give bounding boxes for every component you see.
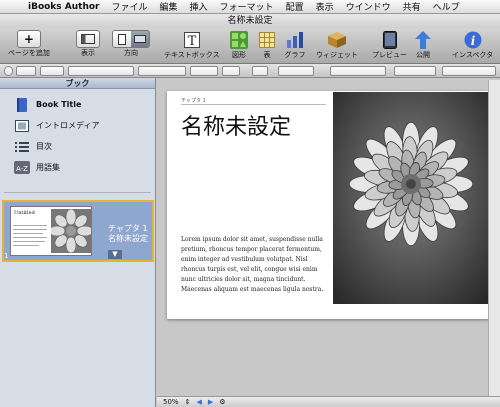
table-icon <box>256 30 278 50</box>
font-typeface-popup[interactable] <box>138 66 186 76</box>
zoom-popup[interactable]: 50% <box>163 398 179 406</box>
menu-app[interactable]: iBooks Author <box>22 2 106 12</box>
chart-button[interactable]: グラフ <box>284 30 306 60</box>
menu-insert[interactable]: 挿入 <box>184 0 214 13</box>
menu-edit[interactable]: 編集 <box>154 0 184 13</box>
plus-icon: + <box>16 30 41 48</box>
list-style-group[interactable] <box>442 66 496 76</box>
svg-text:T: T <box>187 34 196 48</box>
book-icon <box>14 97 30 112</box>
view-button[interactable]: 表示 <box>76 30 100 58</box>
svg-text:i: i <box>470 34 475 48</box>
text-highlight-well[interactable] <box>252 66 268 76</box>
chapter-page-thumbnail[interactable]: Untitled <box>10 206 92 256</box>
svg-text:A-Z: A-Z <box>16 165 28 173</box>
chapter-disclosure-icon[interactable]: ▼ <box>108 250 122 259</box>
bold-italic-underline-group[interactable] <box>278 66 314 76</box>
landscape-icon[interactable] <box>131 31 149 47</box>
page-canvas: チャプタ 1 名称未設定 Lorem ipsum dolor sit amet,… <box>157 78 500 396</box>
chapter-thumbnail-1[interactable]: Untitled 1 チャプタ 1 名称未設定 ▼ <box>2 200 154 262</box>
menu-format[interactable]: フォーマット <box>214 0 280 13</box>
text-style-popup[interactable] <box>40 66 64 76</box>
page-title[interactable]: 名称未設定 <box>181 109 291 141</box>
zoom-stepper-icon[interactable]: ⇕ <box>185 398 191 406</box>
orientation-control[interactable]: 方向 <box>112 30 150 58</box>
format-bar <box>0 64 500 78</box>
alignment-group[interactable] <box>330 66 386 76</box>
paragraph-style-popup[interactable] <box>16 66 36 76</box>
sidebar-item-glossary[interactable]: A-Z 用語集 <box>0 157 155 178</box>
flower-photo[interactable] <box>333 92 489 304</box>
body-text[interactable]: Lorem ipsum dolor sit amet, suspendisse … <box>181 235 333 295</box>
book-sidebar: ブック Book Title イントロメディア 目次 A-Z 用語集 Untit… <box>0 78 156 407</box>
thumb-title: Untitled <box>14 210 35 216</box>
chapter-number: 1 <box>4 252 9 260</box>
textbox-icon: T <box>181 30 203 50</box>
info-icon: i <box>462 30 484 50</box>
font-family-popup[interactable] <box>68 66 134 76</box>
chart-icon <box>284 30 306 50</box>
inspector-button[interactable]: i インスペクタ <box>452 30 493 60</box>
sidebar-item-book-title[interactable]: Book Title <box>0 94 155 115</box>
dahlia-image <box>333 92 489 304</box>
shapes-button[interactable]: 図形 <box>228 30 250 60</box>
list-icon <box>14 140 30 154</box>
menu-help[interactable]: ヘルプ <box>427 0 466 13</box>
toolbar: + ページを追加 表示 方向 T テキストボックス 図形 表 グラフ ウィジェッ… <box>0 28 500 64</box>
previous-page-icon[interactable]: ◀ <box>196 398 201 406</box>
preview-button[interactable]: プレビュー <box>372 30 407 60</box>
style-drawer-icon[interactable] <box>4 66 13 76</box>
film-icon <box>14 119 30 133</box>
table-button[interactable]: 表 <box>256 30 278 60</box>
font-size-field[interactable] <box>190 66 218 76</box>
sidebar-item-toc[interactable]: 目次 <box>0 136 155 157</box>
window-title: 名称未設定 <box>0 14 500 28</box>
thumb-text-lines <box>13 225 47 246</box>
chapter-title: チャプタ 1 名称未設定 <box>108 224 148 243</box>
menu-arrange[interactable]: 配置 <box>280 0 310 13</box>
line-spacing-popup[interactable] <box>394 66 436 76</box>
menu-share[interactable]: 共有 <box>397 0 427 13</box>
book-page[interactable]: チャプタ 1 名称未設定 Lorem ipsum dolor sit amet,… <box>167 91 489 319</box>
portrait-icon[interactable] <box>113 31 131 47</box>
view-icon <box>76 30 100 48</box>
menu-file[interactable]: ファイル <box>106 0 154 13</box>
vertical-scrollbar[interactable] <box>488 80 500 396</box>
glossary-icon: A-Z <box>14 161 30 175</box>
text-color-well[interactable] <box>222 66 240 76</box>
sidebar-item-intro-media[interactable]: イントロメディア <box>0 115 155 136</box>
thumb-flower-image <box>51 209 91 253</box>
next-page-icon[interactable]: ▶ <box>208 398 213 406</box>
widget-icon <box>326 30 348 50</box>
menu-view[interactable]: 表示 <box>310 0 340 13</box>
publish-button[interactable]: 公開 <box>412 30 434 60</box>
textbox-button[interactable]: T テキストボックス <box>164 30 220 60</box>
menu-window[interactable]: ウインドウ <box>340 0 397 13</box>
sidebar-header: ブック <box>0 78 155 89</box>
ipad-icon <box>379 30 401 50</box>
add-page-button[interactable]: + ページを追加 <box>8 30 50 58</box>
gear-icon[interactable]: ⚙ <box>219 398 225 406</box>
publish-arrow-icon <box>412 30 434 50</box>
widget-button[interactable]: ウィジェット <box>316 30 358 60</box>
sidebar-divider <box>4 192 151 193</box>
status-bar: 50% ⇕ ◀ ▶ ⚙ <box>157 396 500 407</box>
shapes-icon <box>228 30 250 50</box>
chapter-label[interactable]: チャプタ 1 <box>181 97 206 104</box>
menu-bar: iBooks Author ファイル 編集 挿入 フォーマット 配置 表示 ウイ… <box>0 0 500 14</box>
chapter-rule <box>181 104 326 105</box>
